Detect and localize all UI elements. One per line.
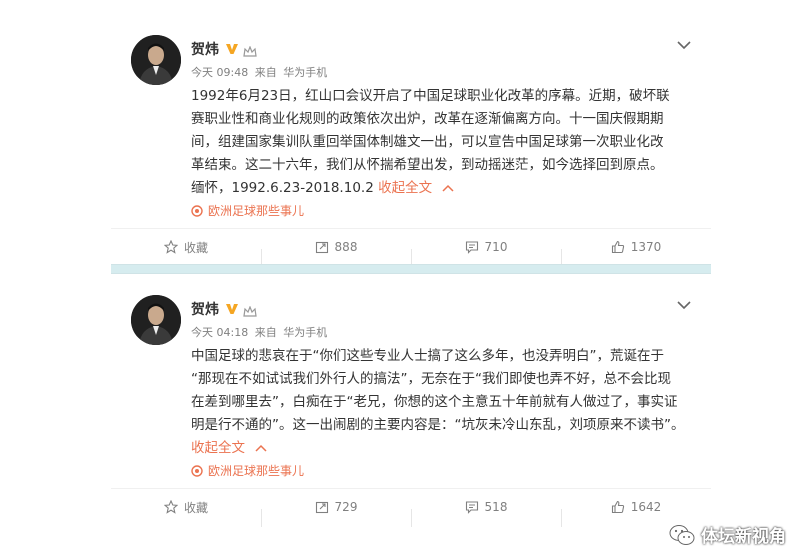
post-text-toggle-line: 收起全文	[191, 437, 691, 460]
topic-label: 欧洲足球那些事儿	[208, 464, 305, 478]
action-bar: 收藏 888 710 1370	[111, 228, 711, 267]
post-meta: 今天 09:48 来自 华为手机	[191, 64, 330, 80]
watermark-text: 体坛新视角	[701, 527, 786, 547]
like-count: 1642	[630, 500, 662, 514]
post-text-line: 明是行不通的”。这一出闹剧的主要内容是：“坑灰未冷山东乱，刘项原来不读书”。	[191, 417, 685, 433]
repost-count: 888	[334, 240, 358, 254]
wechat-icon	[669, 524, 695, 545]
chevron-down-icon[interactable]	[677, 35, 691, 50]
collapse-text-link[interactable]: 收起全文	[378, 180, 432, 196]
post-text-line: 间，组建国家集训队重回举国体制雄文一出，可以宣告中国足球第一次职业化改	[191, 134, 664, 150]
author-name[interactable]: 贺炜	[191, 299, 219, 319]
favorite-label: 收藏	[183, 500, 208, 515]
star-icon	[163, 500, 178, 514]
crown-icon[interactable]	[243, 303, 257, 317]
favorite-label: 收藏	[183, 240, 208, 255]
like-button[interactable]: 1642	[561, 500, 711, 527]
comment-button[interactable]: 710	[411, 240, 561, 267]
post-text: 中国足球的悲哀在于“你们这些专业人士搞了这么多年，也没弄明白”，荒诞在于 “那现…	[191, 345, 691, 460]
repost-button[interactable]: 888	[261, 240, 411, 267]
avatar[interactable]	[131, 35, 181, 85]
post-text-line-last: 缅怀，1992.6.23-2018.10.2 收起全文	[191, 177, 691, 200]
topic-label: 欧洲足球那些事儿	[208, 204, 305, 218]
source-prefix: 来自	[254, 326, 277, 339]
comment-count: 518	[484, 500, 508, 514]
author-row: 贺炜	[191, 39, 257, 59]
v-badge-icon	[225, 302, 239, 316]
post-meta: 今天 04:18 来自 华为手机	[191, 324, 330, 340]
chevron-down-icon[interactable]	[677, 295, 691, 310]
source-prefix: 来自	[254, 66, 277, 79]
chevron-up-icon[interactable]	[442, 184, 454, 192]
comment-icon	[465, 241, 478, 254]
post-time[interactable]: 今天 04:18	[191, 326, 248, 339]
weibo-topic-icon	[191, 204, 203, 217]
v-badge-icon	[225, 42, 239, 56]
comment-count: 710	[484, 240, 508, 254]
like-button[interactable]: 1370	[561, 240, 711, 267]
topic-link[interactable]: 欧洲足球那些事儿	[191, 202, 304, 219]
post-source[interactable]: 华为手机	[283, 66, 327, 79]
post-text-line: “那现在不如试试我们外行人的搞法”，无奈在于“我们即使也弄不好，总不会比现	[191, 371, 671, 387]
post-text-line: 1992年6月23日，红山口会议开启了中国足球职业化改革的序幕。近期，破坏联	[191, 88, 670, 104]
repost-icon	[315, 241, 328, 254]
comment-button[interactable]: 518	[411, 500, 561, 527]
post-text: 1992年6月23日，红山口会议开启了中国足球职业化改革的序幕。近期，破坏联 赛…	[191, 85, 691, 200]
repost-count: 729	[334, 500, 358, 514]
avatar[interactable]	[131, 295, 181, 345]
crown-icon[interactable]	[243, 43, 257, 57]
author-row: 贺炜	[191, 299, 257, 319]
repost-icon	[315, 501, 328, 514]
post-text-line: 在差到哪里去”，白痴在于“老兄，你想的这个主意五十年前就有人做过了，事实证	[191, 394, 678, 410]
post-source[interactable]: 华为手机	[283, 326, 327, 339]
thumbs-up-icon	[611, 240, 624, 254]
collapse-text-link[interactable]: 收起全文	[191, 440, 245, 456]
post-separator	[111, 264, 711, 274]
post-text-line: 革结束。这二十六年，我们从怀揣希望出发，到动摇迷茫，如今选择回到原点。	[191, 157, 664, 173]
post-text-tail: 缅怀，1992.6.23-2018.10.2	[191, 180, 379, 196]
author-name[interactable]: 贺炜	[191, 39, 219, 59]
favorite-button[interactable]: 收藏	[111, 239, 261, 256]
comment-icon	[465, 501, 478, 514]
thumbs-up-icon	[611, 500, 624, 514]
watermark: 体坛新视角	[669, 522, 786, 547]
like-count: 1370	[630, 240, 662, 254]
weibo-post-1: 贺炜 今天 09:48 来自 华为手机 1992年6月23日，红山口会议开启了中…	[111, 0, 711, 267]
post-text-line: 中国足球的悲哀在于“你们这些专业人士搞了这么多年，也没弄明白”，荒诞在于	[191, 348, 664, 364]
star-icon	[163, 240, 178, 254]
favorite-button[interactable]: 收藏	[111, 499, 261, 516]
weibo-topic-icon	[191, 464, 203, 477]
topic-link[interactable]: 欧洲足球那些事儿	[191, 462, 304, 479]
post-text-line: 赛职业性和商业化规则的政策依次出炉，改革在逐渐偏离方向。十一国庆假期期	[191, 111, 664, 127]
chevron-up-icon[interactable]	[255, 444, 267, 452]
repost-button[interactable]: 729	[261, 500, 411, 527]
weibo-post-2: 贺炜 今天 04:18 来自 华为手机 中国足球的悲哀在于“你们这些专业人士搞了…	[111, 274, 711, 527]
action-bar: 收藏 729 518 1642	[111, 488, 711, 527]
post-time[interactable]: 今天 09:48	[191, 66, 248, 79]
